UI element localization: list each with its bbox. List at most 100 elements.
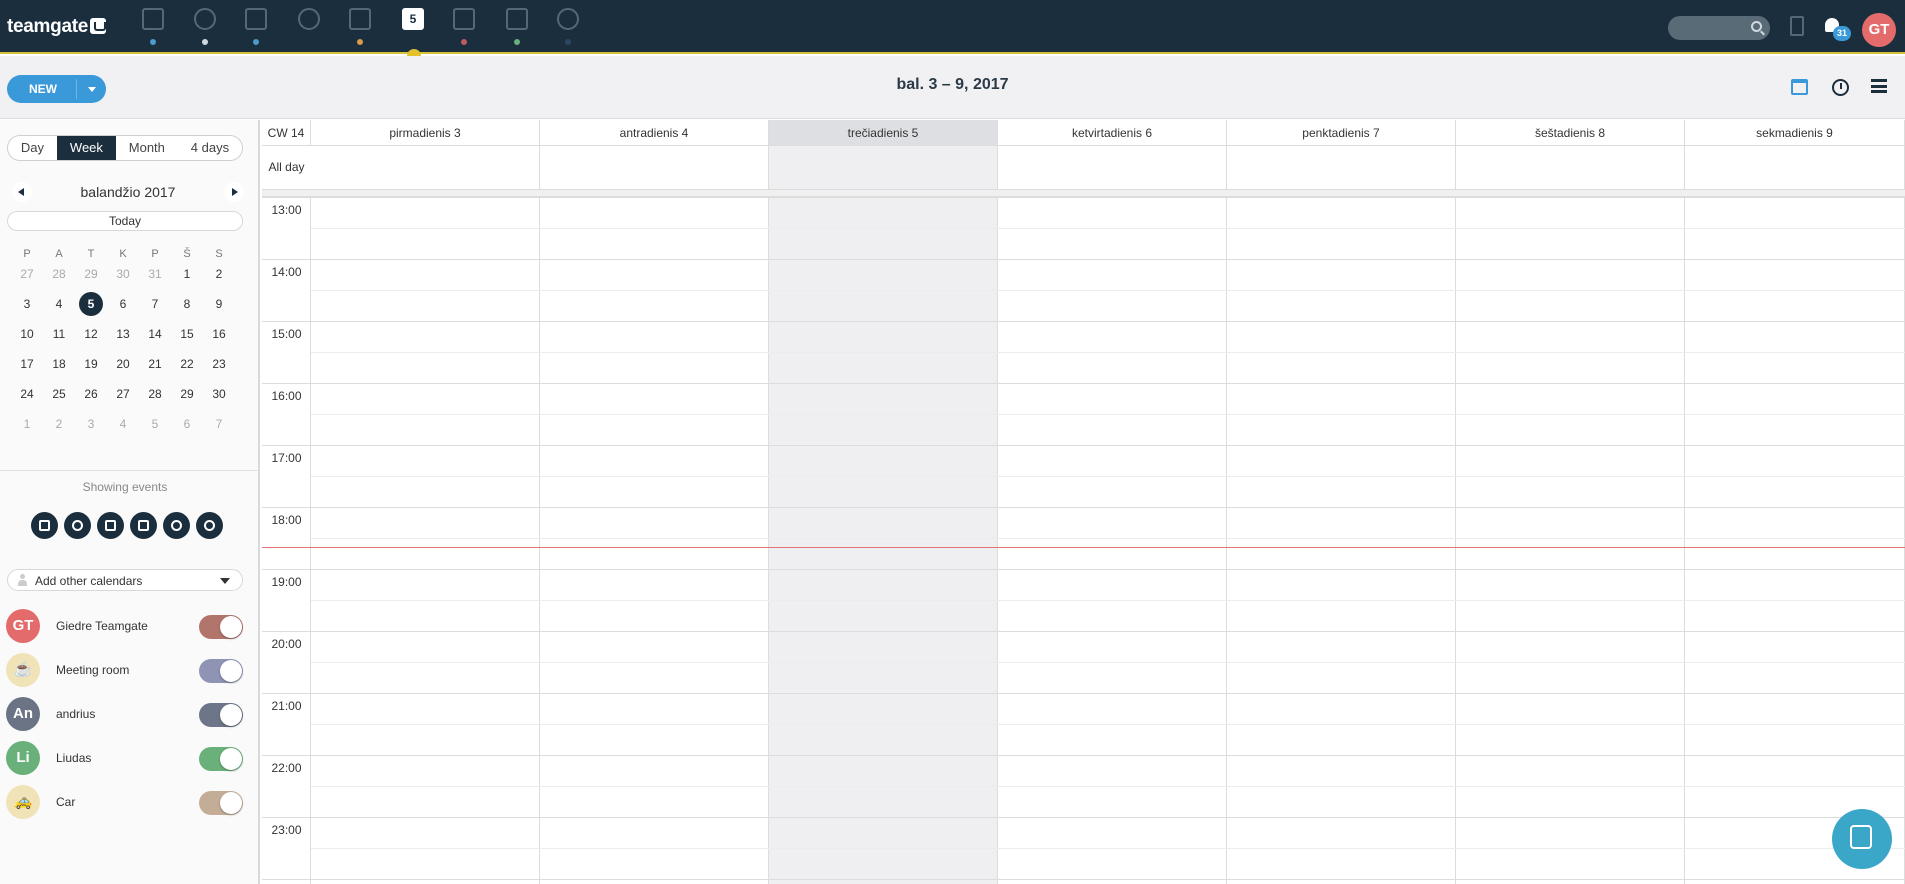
mini-day[interactable]: 10 bbox=[11, 324, 43, 354]
day-header[interactable]: penktadienis 7 bbox=[1227, 120, 1456, 146]
book-icon[interactable] bbox=[1790, 16, 1804, 36]
mini-day[interactable]: 4 bbox=[43, 294, 75, 324]
day-header[interactable]: pirmadienis 3 bbox=[311, 120, 540, 146]
day-header[interactable]: antradienis 4 bbox=[540, 120, 769, 146]
mini-day[interactable]: 11 bbox=[43, 324, 75, 354]
mini-day[interactable]: 29 bbox=[171, 384, 203, 414]
mini-day[interactable]: 27 bbox=[107, 384, 139, 414]
day-header-today[interactable]: trečiadienis 5 bbox=[769, 120, 998, 146]
search-input[interactable] bbox=[1668, 16, 1770, 40]
nav-companies[interactable] bbox=[238, 6, 274, 46]
mini-day[interactable]: 22 bbox=[171, 354, 203, 384]
gift-filter-icon[interactable] bbox=[130, 512, 157, 539]
tab-week[interactable]: Week bbox=[56, 136, 116, 160]
today-button[interactable]: Today bbox=[7, 211, 243, 231]
mini-day[interactable]: 23 bbox=[203, 354, 235, 384]
calendar-toggle[interactable] bbox=[199, 615, 243, 639]
teamgate-logo[interactable]: teamgate bbox=[7, 16, 107, 38]
day-header[interactable]: sekmadienis 9 bbox=[1685, 120, 1905, 146]
nav-inbox[interactable] bbox=[446, 6, 482, 46]
mini-day[interactable]: 13 bbox=[107, 324, 139, 354]
mini-day[interactable]: 4 bbox=[107, 414, 139, 444]
mini-day[interactable]: 19 bbox=[75, 354, 107, 384]
mini-day[interactable]: 1 bbox=[171, 264, 203, 294]
mini-day[interactable]: 7 bbox=[139, 294, 171, 324]
clock-view-icon[interactable] bbox=[1832, 79, 1849, 96]
mini-day[interactable]: 3 bbox=[11, 294, 43, 324]
calendar-toggle[interactable] bbox=[199, 791, 243, 815]
mini-day[interactable]: 21 bbox=[139, 354, 171, 384]
day-column[interactable] bbox=[1685, 197, 1905, 884]
mini-day[interactable]: 29 bbox=[75, 264, 107, 294]
nav-reports[interactable] bbox=[550, 6, 586, 46]
mini-day[interactable]: 8 bbox=[171, 294, 203, 324]
all-day-cell[interactable] bbox=[540, 146, 769, 189]
tab-4-days[interactable]: 4 days bbox=[178, 136, 242, 160]
nav-people[interactable] bbox=[291, 6, 327, 46]
mini-day[interactable]: 12 bbox=[75, 324, 107, 354]
all-day-cell[interactable] bbox=[311, 146, 540, 189]
all-day-cell[interactable] bbox=[998, 146, 1227, 189]
all-day-cell[interactable] bbox=[1227, 146, 1456, 189]
mini-day[interactable]: 6 bbox=[107, 294, 139, 324]
prev-month-icon[interactable] bbox=[12, 182, 32, 202]
calendar-toggle[interactable] bbox=[199, 703, 243, 727]
mini-day[interactable]: 30 bbox=[107, 264, 139, 294]
calendar-toggle[interactable] bbox=[199, 747, 243, 771]
day-header[interactable]: ketvirtadienis 6 bbox=[998, 120, 1227, 146]
mini-day[interactable]: 31 bbox=[139, 264, 171, 294]
mini-day[interactable]: 24 bbox=[11, 384, 43, 414]
mini-day[interactable]: 3 bbox=[75, 414, 107, 444]
nav-leads[interactable] bbox=[187, 6, 223, 46]
mini-day[interactable]: 26 bbox=[75, 384, 107, 414]
day-column-today[interactable] bbox=[769, 197, 998, 884]
next-month-icon[interactable] bbox=[224, 182, 244, 202]
tab-month[interactable]: Month bbox=[116, 136, 178, 160]
nav-calendar[interactable]: 5 bbox=[395, 6, 431, 46]
add-other-calendars-dropdown[interactable]: Add other calendars bbox=[7, 569, 243, 591]
day-column[interactable] bbox=[1227, 197, 1456, 884]
calendar-toggle[interactable] bbox=[199, 659, 243, 683]
mini-day[interactable]: 6 bbox=[171, 414, 203, 444]
nav-tasks[interactable] bbox=[499, 6, 535, 46]
phone-filter-icon[interactable] bbox=[64, 512, 91, 539]
mini-day[interactable]: 5 bbox=[139, 414, 171, 444]
bell-filter-icon[interactable] bbox=[196, 512, 223, 539]
mini-day[interactable]: 2 bbox=[43, 414, 75, 444]
calendar-filter-icon[interactable] bbox=[31, 512, 58, 539]
all-day-cell[interactable] bbox=[769, 146, 998, 189]
mini-day[interactable]: 27 bbox=[11, 264, 43, 294]
mini-day[interactable]: 14 bbox=[139, 324, 171, 354]
day-column[interactable] bbox=[1456, 197, 1685, 884]
mini-day[interactable]: 28 bbox=[43, 264, 75, 294]
mini-day[interactable]: 2 bbox=[203, 264, 235, 294]
day-column[interactable] bbox=[540, 197, 769, 884]
mini-day[interactable]: 18 bbox=[43, 354, 75, 384]
calendar-view-icon[interactable] bbox=[1791, 79, 1808, 95]
mini-day[interactable]: 16 bbox=[203, 324, 235, 354]
mini-day-selected[interactable]: 5 bbox=[75, 292, 107, 324]
day-header[interactable]: šeštadienis 8 bbox=[1456, 120, 1685, 146]
mini-day[interactable]: 28 bbox=[139, 384, 171, 414]
all-day-cell[interactable] bbox=[1685, 146, 1905, 189]
nav-dashboard[interactable] bbox=[135, 6, 171, 46]
mini-day[interactable]: 1 bbox=[11, 414, 43, 444]
tab-day[interactable]: Day bbox=[8, 136, 57, 160]
chat-support-button[interactable] bbox=[1832, 809, 1892, 869]
user-avatar[interactable]: GT bbox=[1862, 13, 1896, 47]
task-filter-icon[interactable] bbox=[97, 512, 124, 539]
mini-day[interactable]: 25 bbox=[43, 384, 75, 414]
mini-day[interactable]: 7 bbox=[203, 414, 235, 444]
all-day-cell[interactable] bbox=[1456, 146, 1685, 189]
mini-day[interactable]: 15 bbox=[171, 324, 203, 354]
mini-day[interactable]: 30 bbox=[203, 384, 235, 414]
flight-filter-icon[interactable] bbox=[163, 512, 190, 539]
mini-day[interactable]: 9 bbox=[203, 294, 235, 324]
menu-icon[interactable] bbox=[1871, 79, 1887, 93]
mini-day[interactable]: 17 bbox=[11, 354, 43, 384]
nav-deals[interactable] bbox=[342, 6, 378, 46]
day-column[interactable] bbox=[311, 197, 540, 884]
mini-day[interactable]: 20 bbox=[107, 354, 139, 384]
day-column[interactable] bbox=[998, 197, 1227, 884]
notification-badge[interactable]: 31 bbox=[1833, 26, 1851, 41]
